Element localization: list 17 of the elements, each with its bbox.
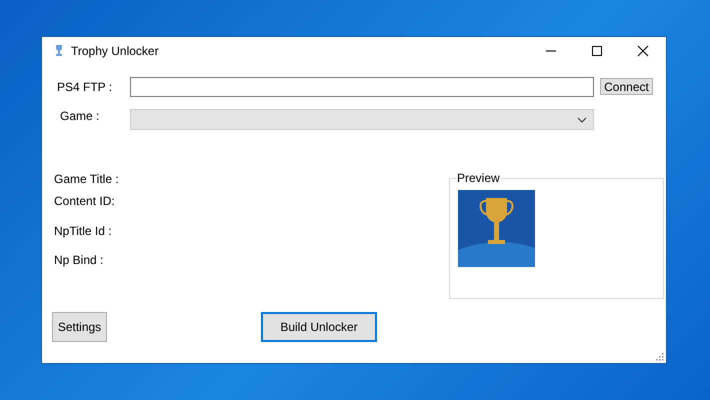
close-icon[interactable]	[637, 45, 649, 57]
chevron-down-icon	[577, 116, 587, 122]
window-title: Trophy Unlocker	[71, 44, 159, 58]
ftp-label: PS4 FTP :	[56, 80, 114, 94]
maximize-icon[interactable]	[591, 45, 603, 57]
connect-button[interactable]: Connect	[600, 78, 653, 95]
game-label: Game :	[59, 108, 100, 122]
info-label: Content ID:	[54, 194, 115, 208]
ftp-input-field[interactable]	[130, 76, 594, 96]
info-label: Game Title :	[54, 172, 119, 186]
settings-button[interactable]: Settings	[52, 312, 107, 342]
trophy-icon	[54, 44, 64, 58]
resize-grip-icon[interactable]	[656, 353, 664, 361]
build-unlocker-button[interactable]: Build Unlocker	[261, 312, 377, 342]
info-label: NpTitle Id :	[54, 224, 112, 238]
preview-label: Preview	[456, 172, 501, 185]
info-label: Np Bind :	[54, 253, 104, 267]
